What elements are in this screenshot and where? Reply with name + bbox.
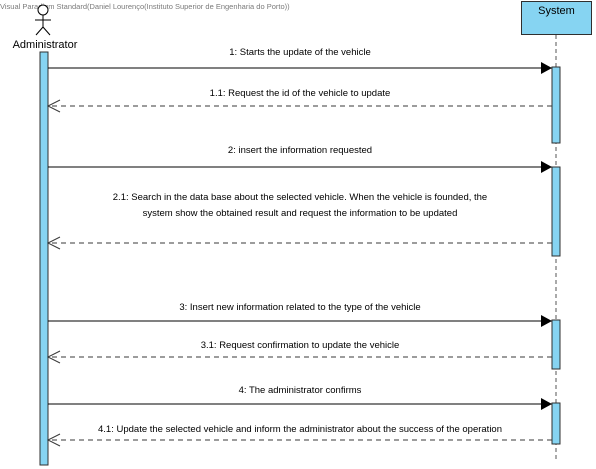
message-label-3: 3: Insert new information related to the… bbox=[179, 302, 421, 313]
message-label-3-1: 3.1: Request confirmation to update the … bbox=[200, 340, 400, 351]
message-arrow-4 bbox=[48, 398, 552, 410]
message-label-2: 2: insert the information requested bbox=[227, 145, 373, 156]
message-label-4: 4: The administrator confirms bbox=[238, 385, 362, 396]
system-activation-bar-4 bbox=[551, 402, 561, 445]
message-label-1: 1: Starts the update of the vehicle bbox=[229, 47, 371, 58]
message-arrow-1 bbox=[48, 62, 552, 74]
message-arrow-2 bbox=[48, 161, 552, 173]
message-arrow-3 bbox=[48, 315, 552, 327]
message-arrow-2-1 bbox=[46, 236, 552, 250]
message-arrow-4-1 bbox=[46, 433, 552, 447]
message-arrow-3-1 bbox=[46, 350, 552, 364]
actor-icon bbox=[35, 4, 51, 36]
system-activation-bar-2 bbox=[551, 166, 561, 257]
message-label-4-1: 4.1: Update the selected vehicle and inf… bbox=[98, 424, 502, 435]
system-activation-bar-1 bbox=[551, 66, 561, 144]
actor-activation-bar bbox=[39, 51, 49, 466]
message-label-2-1: 2.1: Search in the data base about the s… bbox=[112, 192, 488, 219]
message-label-1-1: 1.1: Request the id of the vehicle to up… bbox=[209, 88, 391, 99]
sequence-diagram-canvas bbox=[35, 4, 561, 466]
system-lifeline-head: System bbox=[521, 1, 592, 35]
system-activation-bar-3 bbox=[551, 319, 561, 370]
message-arrow-1-1 bbox=[46, 99, 552, 113]
